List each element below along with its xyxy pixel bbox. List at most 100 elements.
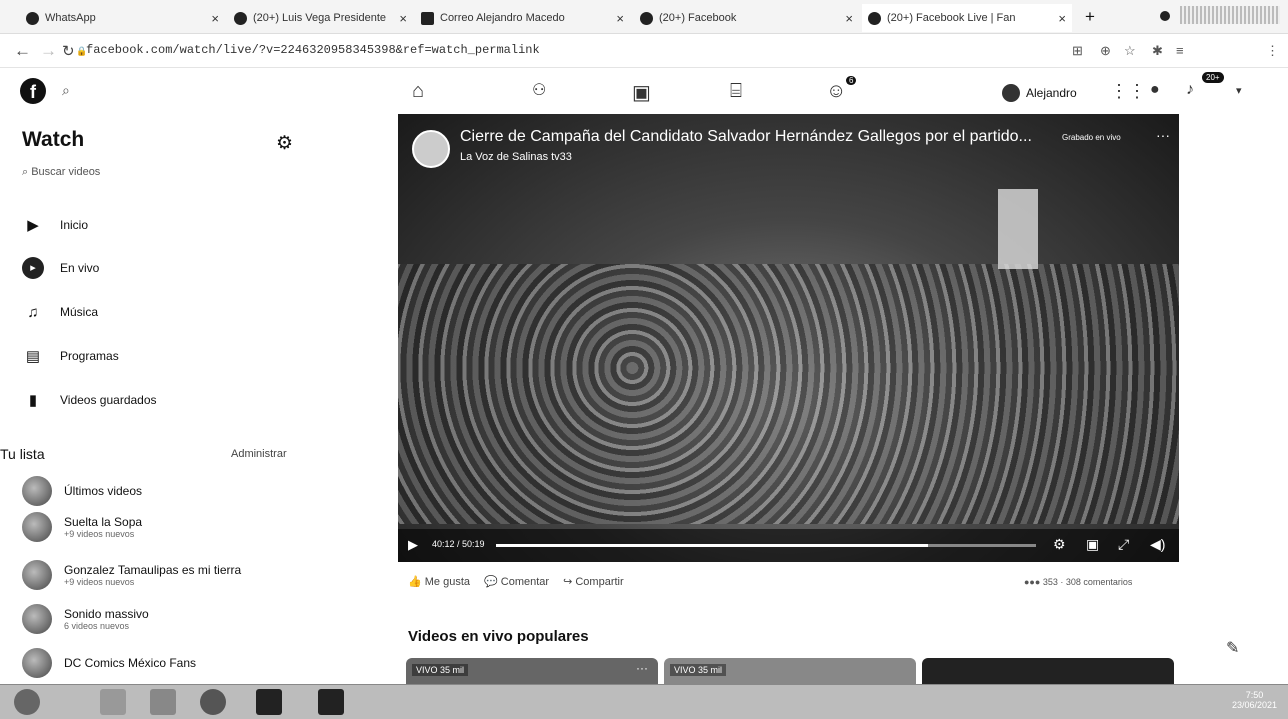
zoom-icon[interactable]: ⊕ [1100,43,1111,59]
volume-icon[interactable]: ◀) [1150,536,1165,553]
clock-date: 23/06/2021 [1232,700,1278,710]
close-icon[interactable]: × [399,11,407,26]
list-item[interactable]: Gonzalez Tamaulipas es mi tierra +9 video… [22,560,241,590]
sidebar-item-programas[interactable]: ▤ Programas [22,340,119,372]
avatar [22,648,52,678]
menu-icon[interactable]: ⋮ [1266,43,1279,59]
word-icon[interactable] [256,689,282,715]
search-icon[interactable]: ⌕ [62,82,70,99]
music-icon: ♫ [27,303,39,321]
fullscreen-icon[interactable]: ⤢ [1118,536,1129,553]
account-chevron-down-icon[interactable]: ▾ [1236,84,1242,97]
close-icon[interactable]: × [616,11,624,26]
video-player[interactable]: Cierre de Campaña del Candidato Salvador… [398,114,1179,562]
sidebar-item-label: Programas [60,349,119,363]
translate-icon[interactable]: ⊞ [1072,43,1083,59]
excel-icon[interactable] [318,689,344,715]
tab-title: Correo Alejandro Macedo [440,12,565,24]
progress-fill [496,544,928,547]
facebook-icon [234,11,247,25]
tab-correo[interactable]: Correo Alejandro Macedo × [415,4,630,32]
manage-link[interactable]: Administrar [231,448,287,460]
sidebar-item-en-vivo[interactable]: ▸ En vivo [22,252,99,284]
new-message-icon[interactable]: ✎ [1226,638,1239,658]
extensions-icon[interactable]: ✱ [1152,43,1163,59]
thumbs-up-icon: 👍 [408,576,425,588]
watch-icon[interactable]: ▣ [632,80,651,105]
sidebar-item-label: Música [60,305,99,319]
channel-avatar[interactable] [412,130,450,168]
video-card[interactable] [922,658,1174,684]
explorer-icon[interactable] [100,689,126,715]
sidebar-item-musica[interactable]: ♫ Música [22,296,98,328]
home-icon[interactable]: ⌂ [412,80,424,103]
play-icon[interactable]: ▶ [408,537,418,553]
tab-luis-vega[interactable]: (20+) Luis Vega Presidente × [228,4,413,32]
miniplayer-icon[interactable]: ▣ [1086,536,1099,553]
more-options-button[interactable]: ··· [636,661,648,675]
list-item[interactable]: Sonido massivo 6 videos nuevos [22,604,149,634]
facebook-logo-icon[interactable]: f [20,78,46,104]
gaming-badge: 6 [846,76,857,85]
facebook-icon [640,11,653,25]
live-badge: VIVO 35 mil [412,664,469,676]
back-icon[interactable]: ← [14,41,31,61]
notifications-icon[interactable]: ♪ [1186,81,1194,99]
mail-icon [421,11,434,25]
comment-button[interactable]: 💬 Comentar [484,575,549,588]
video-card[interactable]: VIVO 35 mil [664,658,916,684]
list-item-name: DC Comics México Fans [64,656,197,670]
list-item[interactable]: Suelta la Sopa +9 videos nuevos [22,512,142,542]
list-section-title: Tu lista [0,446,45,462]
bookmark-star-icon[interactable]: ☆ [1124,43,1136,59]
settings-icon[interactable]: ⚙ [1053,536,1066,553]
channel-name[interactable]: La Voz de Salinas tv33 [460,151,572,163]
video-card[interactable]: VIVO 35 mil ··· [406,658,658,684]
section-title: Videos en vivo populares [408,628,589,645]
tab-title: WhatsApp [45,12,96,24]
more-options-button[interactable]: ··· [1156,127,1170,143]
sidebar-item-guardados[interactable]: ▮ Videos guardados [22,384,157,416]
gaming-icon[interactable]: ☺ [826,80,846,103]
list-item[interactable]: Últimos videos [22,476,142,506]
friends-icon[interactable]: ⚇ [532,80,546,100]
tab-facebook[interactable]: (20+) Facebook × [634,4,859,32]
progress-bar[interactable] [496,544,1036,547]
avatar [22,560,52,590]
reading-list-icon[interactable]: ≡ [1176,43,1184,58]
profile-name[interactable]: Alejandro [1026,86,1077,100]
close-icon[interactable]: × [1058,11,1066,26]
system-clock[interactable]: 7:50 23/06/2021 [1232,690,1277,710]
start-button-icon[interactable] [14,689,40,715]
list-item[interactable]: DC Comics México Fans [22,648,196,678]
window-controls[interactable] [1180,6,1280,24]
profile-icon[interactable] [1160,11,1170,21]
marketplace-icon[interactable]: ⌸ [730,80,742,103]
video-frame-figure [998,189,1038,269]
like-button[interactable]: 👍 Me gusta [408,575,470,588]
sidebar-item-inicio[interactable]: ▶ Inicio [22,209,88,241]
close-icon[interactable]: × [845,11,853,26]
share-button[interactable]: ↪ Compartir [563,575,624,588]
reload-icon[interactable]: ↻ [62,42,75,60]
new-tab-button[interactable]: + [1085,7,1095,27]
reactions-summary[interactable]: ●●● 353 · 308 comentarios [1024,577,1132,587]
avatar[interactable] [1002,84,1020,102]
video-time: 40:12 / 50:19 [432,539,485,549]
tab-whatsapp[interactable]: WhatsApp × [20,4,225,32]
menu-grid-icon[interactable]: ⋮⋮ [1110,81,1146,102]
video-title[interactable]: Cierre de Campaña del Candidato Salvador… [460,128,1060,146]
search-placeholder: Buscar videos [31,166,101,178]
gear-icon[interactable]: ⚙ [276,132,293,155]
forward-icon[interactable]: → [40,41,57,61]
close-icon[interactable]: × [211,11,219,26]
home-video-icon: ▶ [27,217,39,234]
messenger-icon[interactable]: ● [1150,81,1160,99]
chrome-icon[interactable] [200,689,226,715]
video-actions: 👍 Me gusta 💬 Comentar ↪ Compartir [408,575,624,588]
search-input[interactable]: ⌕ Buscar videos [22,166,100,179]
comment-icon: 💬 [484,576,501,588]
tab-facebook-live[interactable]: (20+) Facebook Live | Fan × [862,4,1072,32]
media-icon[interactable] [150,689,176,715]
url-field[interactable]: facebook.com/watch/live/?v=2246320958345… [86,43,540,57]
